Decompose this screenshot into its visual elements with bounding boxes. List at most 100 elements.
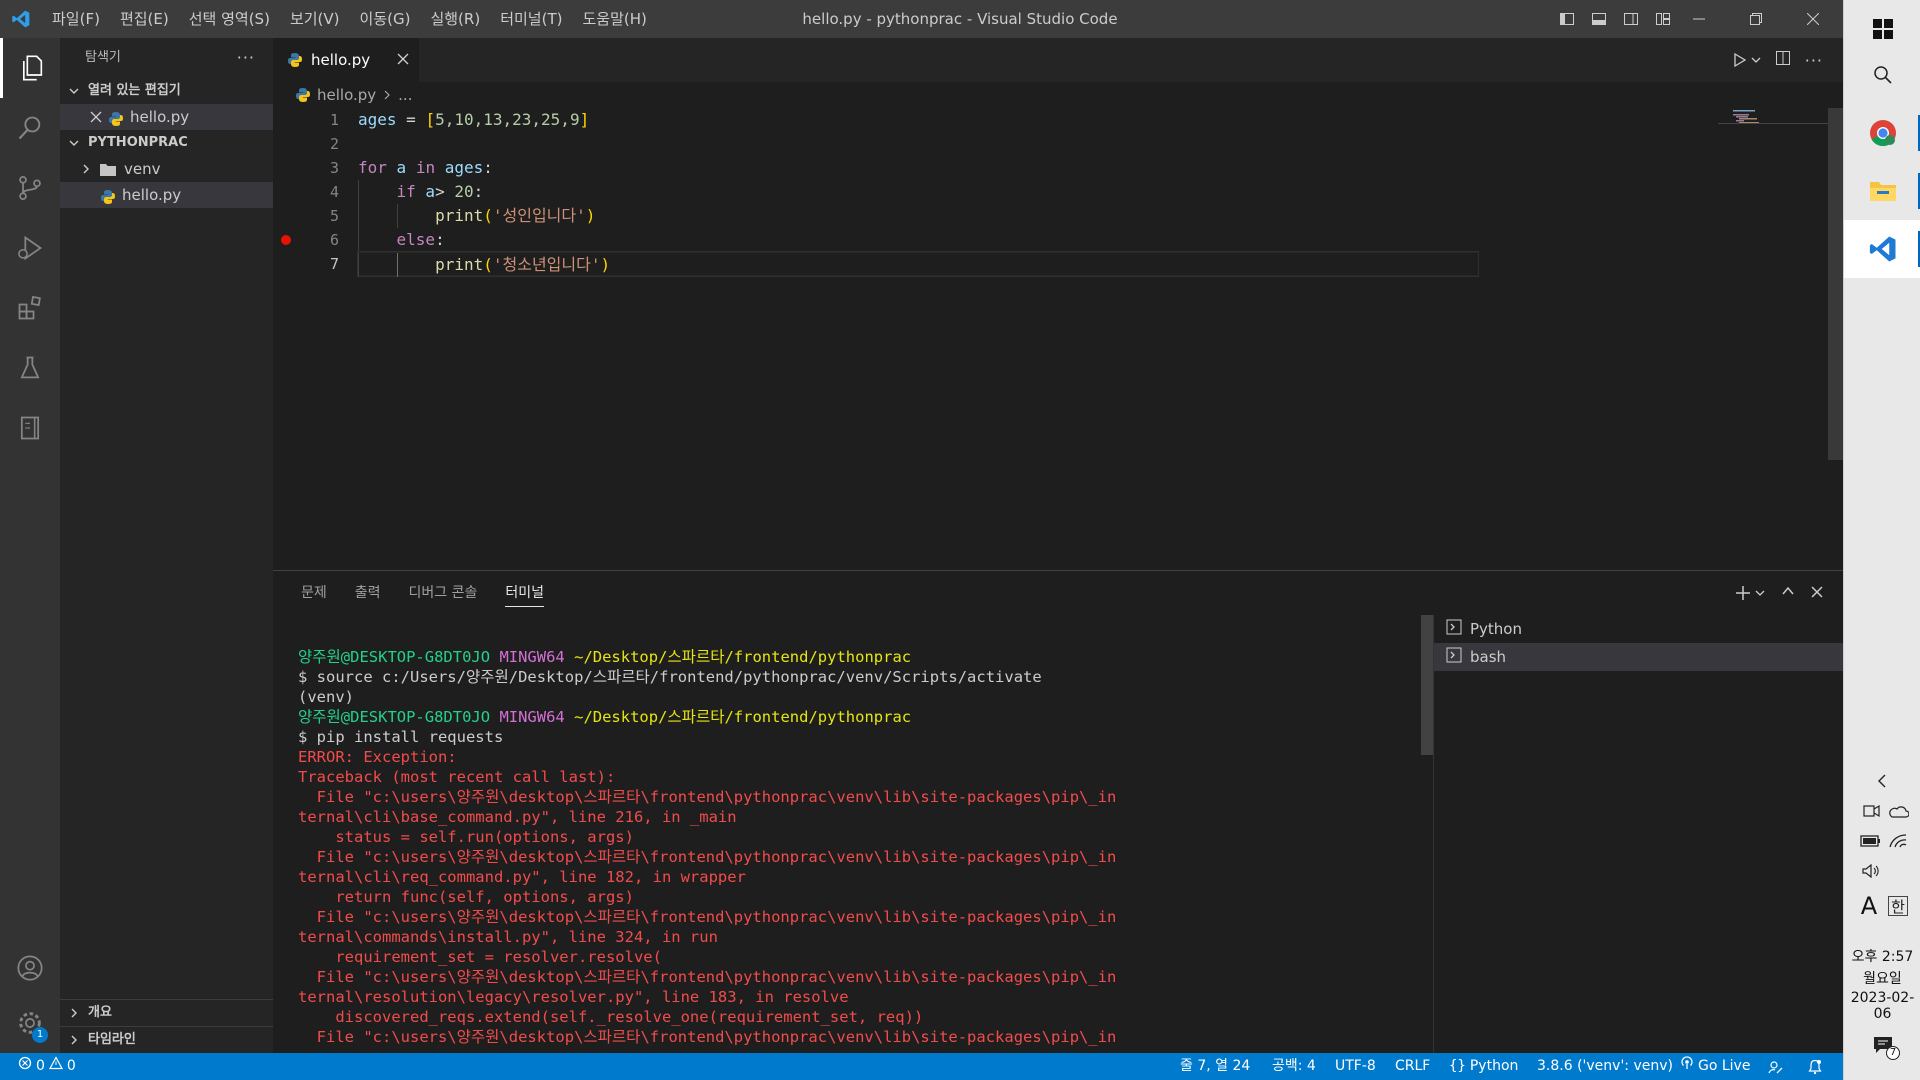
menu-edit[interactable]: 편집(E): [110, 0, 179, 38]
menu-terminal[interactable]: 터미널(T): [490, 0, 572, 38]
terminal-instance-python[interactable]: Python: [1434, 615, 1843, 643]
language-mode[interactable]: {} Python: [1449, 1053, 1518, 1080]
file-explorer-icon[interactable]: [1844, 162, 1920, 220]
close-editor-icon[interactable]: [88, 109, 104, 125]
go-live[interactable]: Go Live: [1680, 1053, 1750, 1080]
tab-problems[interactable]: 문제: [287, 571, 341, 615]
close-tab-icon[interactable]: [397, 50, 409, 69]
chevron-left-icon[interactable]: [1871, 770, 1893, 792]
close-window-icon[interactable]: [1784, 0, 1841, 38]
windows-search-icon[interactable]: [1844, 46, 1920, 104]
tab-terminal[interactable]: 터미널: [491, 571, 558, 615]
clock-day[interactable]: 월요일: [1844, 968, 1920, 988]
python-interpreter[interactable]: 3.8.6 ('venv': venv): [1537, 1053, 1673, 1080]
cursor-position[interactable]: 줄 7, 열 24: [1180, 1053, 1250, 1080]
run-debug-icon[interactable]: [0, 218, 60, 278]
tab-output[interactable]: 출력: [341, 571, 395, 615]
vscode-taskbar-icon[interactable]: [1844, 220, 1920, 278]
wifi-icon[interactable]: [1887, 830, 1909, 852]
breadcrumb-file[interactable]: hello.py: [317, 86, 376, 104]
meet-now-icon[interactable]: [1860, 800, 1882, 822]
settings-badge: 1: [32, 1027, 48, 1043]
notification-center-icon[interactable]: 7: [1870, 1032, 1900, 1060]
menu-view[interactable]: 보기(V): [280, 0, 350, 38]
open-editors-header[interactable]: 열려 있는 편집기: [60, 78, 273, 104]
split-editor-icon[interactable]: [1775, 50, 1791, 70]
accounts-icon[interactable]: [0, 938, 60, 998]
activity-bar: 1: [0, 38, 60, 1053]
menu-file[interactable]: 파일(F): [42, 0, 110, 38]
close-panel-icon[interactable]: [1811, 584, 1823, 602]
new-terminal-icon[interactable]: [1735, 585, 1765, 601]
terminal-error-line: ternal\cli\base_command.py", line 216, i…: [298, 808, 737, 826]
warning-count: 0: [66, 1058, 76, 1074]
code-line-4: if a> 20:: [358, 180, 1478, 204]
more-actions-icon[interactable]: ···: [1805, 51, 1823, 70]
panel-tabs: 문제 출력 디버그 콘솔 터미널: [273, 571, 558, 615]
indentation[interactable]: 공백: 4: [1272, 1053, 1316, 1080]
notifications-bell-icon[interactable]: [1808, 1053, 1822, 1080]
explorer-icon[interactable]: [0, 38, 60, 98]
menu-selection[interactable]: 선택 영역(S): [179, 0, 280, 38]
menu-go[interactable]: 이동(G): [350, 0, 421, 38]
breakpoint-icon[interactable]: [281, 235, 291, 245]
code-editor[interactable]: 1 2 3 4 5 6 7 ages = [5,10,13,23,25,9] f…: [273, 108, 1843, 570]
project-header[interactable]: PYTHONPRAC: [60, 130, 273, 156]
terminal-error-line: discovered_reqs.extend(self._resolve_one…: [298, 1008, 924, 1026]
breadcrumb: hello.py ...: [273, 82, 1843, 108]
toggle-primary-sidebar-icon[interactable]: [1556, 8, 1578, 30]
go-live-label: Go Live: [1698, 1058, 1751, 1074]
extensions-icon[interactable]: [0, 278, 60, 338]
ime-hangul[interactable]: 한: [1888, 896, 1908, 916]
title-bar: 파일(F) 편집(E) 선택 영역(S) 보기(V) 이동(G) 실행(R) 터…: [0, 0, 1843, 38]
terminal-output[interactable]: 양주원@DESKTOP-G8DT0JO MINGW64 ~/Desktop/스파…: [273, 615, 1431, 1054]
toggle-panel-icon[interactable]: [1588, 8, 1610, 30]
minimize-icon[interactable]: [1670, 0, 1727, 38]
timeline-header[interactable]: 타임라인: [60, 1026, 273, 1053]
line-number: 1: [329, 111, 339, 129]
end-of-line[interactable]: CRLF: [1395, 1053, 1430, 1080]
terminal-instance-list: Python bash: [1433, 615, 1843, 1054]
toggle-secondary-sidebar-icon[interactable]: [1620, 8, 1642, 30]
problems-status[interactable]: 0 0: [18, 1053, 76, 1080]
onedrive-cloud-icon[interactable]: [1887, 800, 1909, 822]
menu-run[interactable]: 실행(R): [420, 0, 490, 38]
outline-header[interactable]: 개요: [60, 999, 273, 1026]
breadcrumb-rest[interactable]: ...: [398, 86, 412, 104]
source-control-icon[interactable]: [0, 158, 60, 218]
error-count: 0: [36, 1058, 45, 1074]
window-title: hello.py - pythonprac - Visual Studio Co…: [802, 10, 1118, 28]
battery-icon[interactable]: [1860, 830, 1882, 852]
terminal-instance-bash[interactable]: bash: [1434, 643, 1843, 671]
feedback-icon[interactable]: [1768, 1053, 1784, 1080]
chrome-icon[interactable]: [1844, 104, 1920, 162]
editor-scrollbar[interactable]: [1828, 108, 1843, 460]
chevron-right-icon: [66, 1032, 82, 1048]
open-editor-item[interactable]: hello.py: [60, 104, 273, 130]
encoding[interactable]: UTF-8: [1335, 1053, 1376, 1080]
notebook-icon[interactable]: [0, 398, 60, 458]
ime-mode-a[interactable]: A: [1858, 892, 1880, 920]
tab-label: hello.py: [311, 51, 371, 69]
restore-icon[interactable]: [1727, 0, 1784, 38]
warning-icon: [48, 1053, 63, 1080]
tab-hello-py[interactable]: hello.py: [273, 38, 419, 82]
volume-icon[interactable]: [1860, 860, 1882, 882]
layout-controls: [1556, 0, 1674, 38]
more-actions-icon[interactable]: ···: [237, 38, 255, 78]
window-controls: [1670, 0, 1841, 38]
run-python-file-icon[interactable]: [1733, 52, 1761, 68]
tree-item-hello-py[interactable]: hello.py: [60, 182, 273, 208]
search-icon[interactable]: [0, 98, 60, 158]
terminal-scrollbar[interactable]: [1421, 615, 1433, 755]
line-number-gutter: 1 2 3 4 5 6 7: [273, 108, 343, 276]
manage-gear-icon[interactable]: 1: [0, 993, 60, 1053]
tree-item-venv[interactable]: venv: [60, 156, 273, 182]
maximize-panel-icon[interactable]: [1781, 584, 1795, 602]
minimap[interactable]: [1718, 108, 1828, 570]
line-number-text: 6: [329, 231, 339, 249]
clock-date[interactable]: 2023-02-06: [1844, 990, 1920, 1022]
clock-time[interactable]: 오후 2:57: [1844, 946, 1920, 966]
testing-flask-icon[interactable]: [0, 338, 60, 398]
tab-debug-console[interactable]: 디버그 콘솔: [395, 571, 492, 615]
